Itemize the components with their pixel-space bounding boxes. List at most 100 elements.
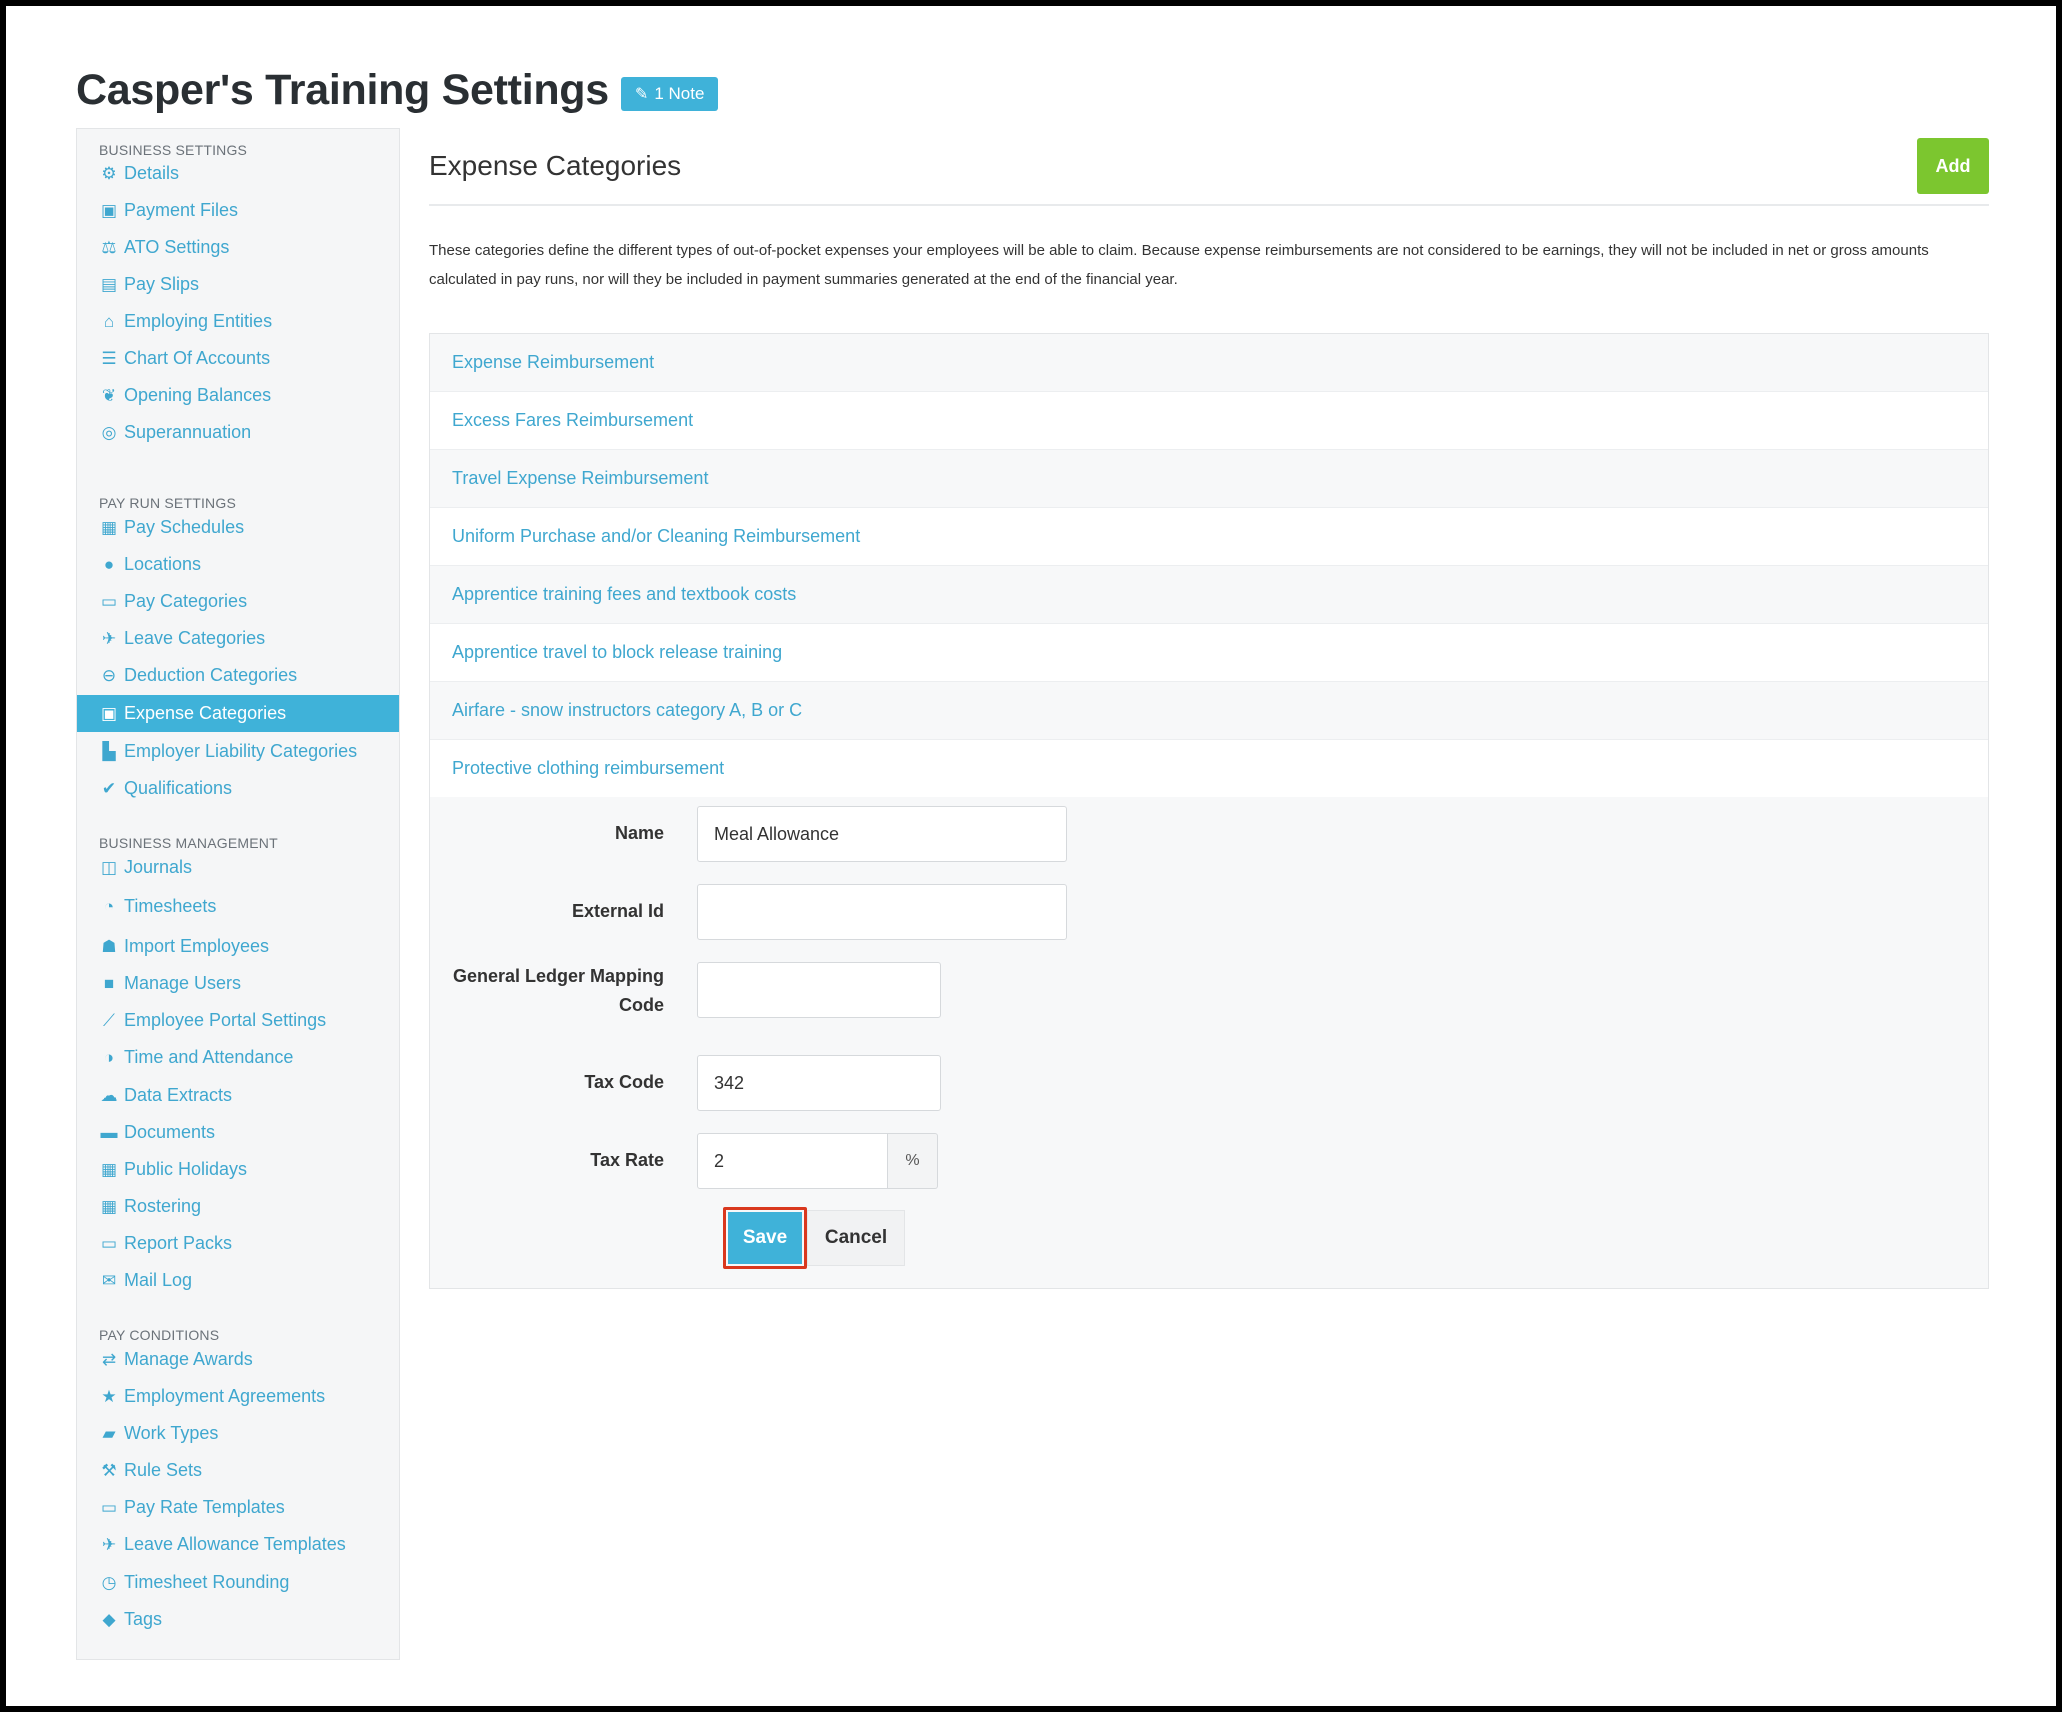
envelope-icon: ✉ <box>101 1270 117 1290</box>
sidebar-item-leave-allowance-templates[interactable]: ✈ Leave Allowance Templates <box>77 1526 399 1563</box>
plane-icon: ✈ <box>101 1534 117 1554</box>
list-item[interactable]: Apprentice training fees and textbook co… <box>430 566 1988 624</box>
note-badge-label: 1 Note <box>654 83 705 103</box>
sidebar-item-locations[interactable]: ● Locations <box>77 546 399 583</box>
sidebar-item-opening-balances[interactable]: ❦ Opening Balances <box>77 377 399 414</box>
list-item[interactable]: Expense Reimbursement <box>430 334 1988 392</box>
sidebar-item-ato-settings[interactable]: ⚖ ATO Settings <box>77 229 399 266</box>
sidebar-item-pay-categories[interactable]: ▭ Pay Categories <box>77 583 399 620</box>
sidebar-item-employing-entities[interactable]: ⌂ Employing Entities <box>77 303 399 340</box>
page-header: Casper's Training Settings ✎ 1 Note <box>76 66 719 115</box>
sidebar-item-pay-slips[interactable]: ▤ Pay Slips <box>77 266 399 303</box>
sidebar-item-qualifications[interactable]: ✔ Qualifications <box>77 770 399 807</box>
cancel-button[interactable]: Cancel <box>807 1210 905 1266</box>
gavel-icon: ⚒ <box>101 1460 117 1480</box>
book-icon: ▰ <box>102 1423 116 1443</box>
users-icon: ☗ <box>101 936 117 956</box>
archive-icon: ▣ <box>100 703 118 723</box>
sidebar-item-rule-sets[interactable]: ⚒ Rule Sets <box>77 1452 399 1489</box>
sidebar-item-timesheet-rounding[interactable]: ◷ Timesheet Rounding <box>77 1564 399 1601</box>
lifebuoy-icon: ◎ <box>101 422 117 442</box>
sidebar-item-public-holidays[interactable]: ▦ Public Holidays <box>77 1151 399 1188</box>
list-item[interactable]: Apprentice travel to block release train… <box>430 624 1988 682</box>
list-item[interactable]: Excess Fares Reimbursement <box>430 392 1988 450</box>
star-icon: ★ <box>101 1386 117 1406</box>
list-item[interactable]: Protective clothing reimbursement <box>430 740 1988 798</box>
sidebar-item-time-and-attendance[interactable]: ◑ Time and Attendance <box>77 1039 399 1076</box>
minus-circle-icon: ⊖ <box>101 665 117 685</box>
calendar-icon: ▦ <box>100 1159 118 1179</box>
money-icon: ▭ <box>100 1497 118 1517</box>
section-header: Expense Categories Add <box>429 128 1989 206</box>
gl-mapping-code-label: General Ledger Mapping Code <box>452 966 664 1015</box>
page-title: Casper's Training Settings <box>76 66 609 114</box>
edit-icon: ✎ <box>634 85 649 103</box>
app-window: Casper's Training Settings ✎ 1 Note BUSI… <box>6 6 2056 1706</box>
scale-icon: ⚖ <box>101 237 117 257</box>
expense-category-list: Expense Reimbursement Excess Fares Reimb… <box>429 333 1989 799</box>
sidebar-item-expense-categories[interactable]: ▣ Expense Categories <box>77 695 399 732</box>
sidebar-item-manage-users[interactable]: ■ Manage Users <box>77 965 399 1002</box>
tax-rate-label: Tax Rate <box>590 1150 664 1170</box>
name-label: Name <box>614 823 664 843</box>
settings-sidebar: BUSINESS SETTINGS ⚙ Details ▣ Payment File… <box>76 128 400 1660</box>
sidebar-item-details[interactable]: ⚙ Details <box>77 155 399 192</box>
sidebar-item-work-types[interactable]: ▰ Work Types <box>77 1415 399 1452</box>
sidebar-item-superannuation[interactable]: ◎ Superannuation <box>77 414 399 451</box>
sidebar-item-employment-agreements[interactable]: ★ Employment Agreements <box>77 1378 399 1415</box>
sidebar-item-pay-schedules[interactable]: ▦ Pay Schedules <box>77 509 399 546</box>
save-button-highlight: Save <box>723 1207 807 1269</box>
sidebar-item-timesheets[interactable]: ◔ Timesheets <box>77 888 399 925</box>
sidebar-item-chart-of-accounts[interactable]: ☰ Chart Of Accounts <box>77 340 399 377</box>
percent-addon: % <box>888 1133 938 1189</box>
clock-icon: ◷ <box>101 1572 117 1592</box>
folder-icon: ▬ <box>100 1122 118 1142</box>
tax-rate-field[interactable] <box>697 1133 888 1189</box>
check-icon: ✔ <box>101 778 117 798</box>
bank-icon: ⌂ <box>103 311 115 331</box>
sidebar-item-payment-files[interactable]: ▣ Payment Files <box>77 192 399 229</box>
sidebar-item-import-employees[interactable]: ☗ Import Employees <box>77 928 399 965</box>
save-button[interactable]: Save <box>728 1212 802 1264</box>
list-icon: ☰ <box>101 348 117 368</box>
list-item[interactable]: Airfare - snow instructors category A, B… <box>430 682 1988 740</box>
tax-code-field[interactable] <box>697 1055 941 1111</box>
folder-open-icon: ▭ <box>100 1233 118 1253</box>
area-chart-icon: ▙ <box>102 741 116 761</box>
sidebar-item-journals[interactable]: ◫ Journals <box>77 849 399 886</box>
sidebar-item-mail-log[interactable]: ✉ Mail Log <box>77 1262 399 1299</box>
sidebar-item-deduction-categories[interactable]: ⊖ Deduction Categories <box>77 657 399 694</box>
money-icon: ▭ <box>100 591 118 611</box>
sidebar-item-employee-portal-settings[interactable]: ⟋ Employee Portal Settings <box>77 1002 399 1039</box>
sidebar-item-manage-awards[interactable]: ⇄ Manage Awards <box>77 1341 399 1378</box>
sidebar-item-employer-liability-categories[interactable]: ▙ Employer Liability Categories <box>77 733 399 770</box>
magic-wand-icon: ⟋ <box>103 1010 115 1030</box>
file-icon: ▤ <box>100 274 118 294</box>
sidebar-item-rostering[interactable]: ▦ Rostering <box>77 1188 399 1225</box>
tax-code-label: Tax Code <box>584 1072 664 1092</box>
list-item[interactable]: Travel Expense Reimbursement <box>430 450 1988 508</box>
clock-icon: ◔ <box>103 896 115 916</box>
sidebar-item-tags[interactable]: ◆ Tags <box>77 1601 399 1638</box>
sidebar-item-leave-categories[interactable]: ✈ Leave Categories <box>77 620 399 657</box>
note-badge[interactable]: ✎ 1 Note <box>620 76 719 111</box>
calendar-icon: ▦ <box>100 1196 118 1216</box>
sidebar-item-documents[interactable]: ▬ Documents <box>77 1114 399 1151</box>
name-field[interactable] <box>697 806 1067 862</box>
sidebar-item-data-extracts[interactable]: ☁ Data Extracts <box>77 1077 399 1114</box>
external-id-field[interactable] <box>697 884 1067 940</box>
globe-icon: ● <box>103 554 115 574</box>
exchange-icon: ⇄ <box>101 1349 117 1369</box>
list-item[interactable]: Uniform Purchase and/or Cleaning Reimbur… <box>430 508 1988 566</box>
leaf-icon: ❦ <box>101 385 117 405</box>
section-description: These categories define the different ty… <box>429 242 1929 288</box>
gear-icon: ⚙ <box>101 163 117 183</box>
external-id-label: External Id <box>571 901 664 921</box>
sidebar-item-pay-rate-templates[interactable]: ▭ Pay Rate Templates <box>77 1489 399 1526</box>
gl-mapping-code-field[interactable] <box>697 962 941 1018</box>
lock-icon: ■ <box>103 973 115 993</box>
section-title: Expense Categories <box>429 150 682 181</box>
cloud-download-icon: ☁ <box>100 1085 118 1105</box>
add-button[interactable]: Add <box>1917 138 1989 194</box>
sidebar-item-report-packs[interactable]: ▭ Report Packs <box>77 1225 399 1262</box>
